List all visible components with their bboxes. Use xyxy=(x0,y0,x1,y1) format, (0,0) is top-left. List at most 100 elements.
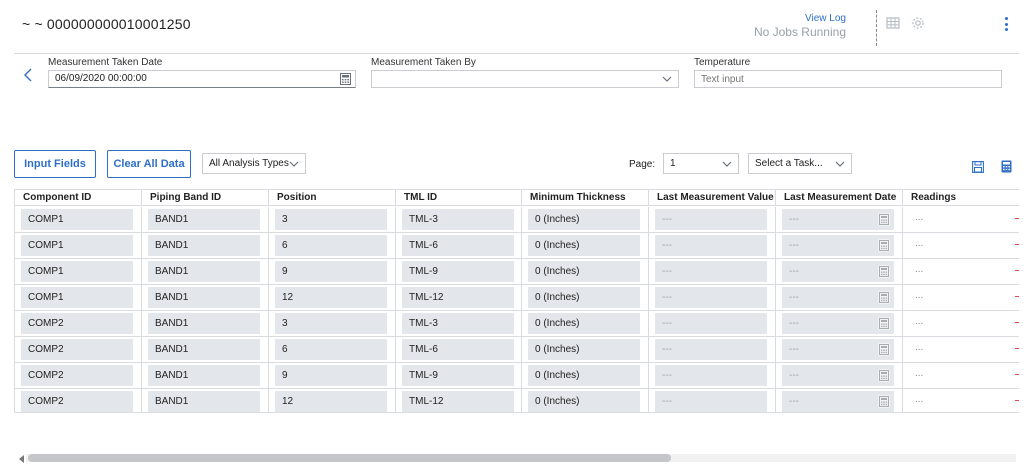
calendar-icon[interactable] xyxy=(878,395,890,408)
cell-text: TML-9 xyxy=(409,266,438,277)
table-cell-last-date: --- xyxy=(776,259,903,284)
readings-cell[interactable]: ... xyxy=(903,363,1019,388)
table-cell-tml: TML-6 xyxy=(396,337,522,362)
cell-value: 12 xyxy=(275,287,387,308)
calendar-icon[interactable] xyxy=(878,291,890,304)
horizontal-scrollbar-thumb[interactable] xyxy=(28,454,671,462)
cell-value: 3 xyxy=(275,313,387,334)
calendar-icon[interactable] xyxy=(878,239,890,252)
table-row: COMP2 BAND1 12 TML-12 0 (Inches) --- ---... xyxy=(15,389,1019,412)
last-measurement-date-field[interactable]: --- xyxy=(782,235,894,256)
measurement-date-field[interactable]: 06/09/2020 00:00:00 xyxy=(48,70,356,88)
readings-cell[interactable]: ... xyxy=(903,259,1019,284)
cell-text: TML-3 xyxy=(409,214,438,225)
cell-value: TML-3 xyxy=(402,209,514,230)
table-cell-last-date: --- xyxy=(776,207,903,232)
calendar-icon[interactable] xyxy=(878,213,890,226)
table-cell-last-value: --- xyxy=(649,389,776,412)
calendar-icon[interactable] xyxy=(878,343,890,356)
input-fields-button[interactable]: Input Fields xyxy=(14,150,96,178)
readings-cell[interactable]: ... xyxy=(903,311,1019,336)
table-cell-band: BAND1 xyxy=(142,337,269,362)
header-separator xyxy=(14,53,1019,54)
cell-text: BAND1 xyxy=(155,344,189,355)
cell-value: TML-9 xyxy=(402,365,514,386)
cell-text: TML-3 xyxy=(409,318,438,329)
cell-value: TML-6 xyxy=(402,235,514,256)
analysis-types-dropdown[interactable]: All Analysis Types xyxy=(202,153,306,174)
cell-value: COMP2 xyxy=(21,313,133,334)
table-cell-position: 6 xyxy=(269,233,396,258)
table-cell-component: COMP2 xyxy=(15,363,142,388)
clear-all-data-button[interactable]: Clear All Data xyxy=(107,150,191,178)
table-cell-last-date: --- xyxy=(776,311,903,336)
page-dropdown[interactable]: 1 xyxy=(663,153,739,174)
measurement-date-label: Measurement Taken Date xyxy=(48,57,163,68)
calendar-icon[interactable] xyxy=(340,73,351,85)
cell-value: 0 (Inches) xyxy=(528,261,640,282)
cell-value: COMP1 xyxy=(21,261,133,282)
cell-text: --- xyxy=(789,396,799,407)
last-measurement-date-field[interactable]: --- xyxy=(782,313,894,334)
cell-text: TML-6 xyxy=(409,344,438,355)
cell-value: 0 (Inches) xyxy=(528,339,640,360)
temperature-input[interactable] xyxy=(694,70,1002,88)
gear-icon[interactable] xyxy=(910,15,926,31)
page-label: Page: xyxy=(629,159,656,170)
cell-text: 3 xyxy=(282,318,288,329)
column-header[interactable]: Component ID xyxy=(15,190,142,206)
more-vertical-icon[interactable] xyxy=(1000,14,1012,34)
readings-cell[interactable]: ... xyxy=(903,389,1019,412)
column-header[interactable]: Piping Band ID xyxy=(142,190,269,206)
last-measurement-date-field[interactable]: --- xyxy=(782,287,894,308)
last-measurement-date-field[interactable]: --- xyxy=(782,261,894,282)
column-header[interactable]: Position xyxy=(269,190,396,206)
table-row: COMP1 BAND1 3 TML-3 0 (Inches) --- ---... xyxy=(15,207,1019,233)
cell-text: TML-9 xyxy=(409,370,438,381)
scroll-left-icon[interactable] xyxy=(19,454,25,463)
cell-value: --- xyxy=(655,209,767,230)
table-row: COMP2 BAND1 3 TML-3 0 (Inches) --- ---... xyxy=(15,311,1019,337)
chevron-down-icon xyxy=(662,75,672,83)
save-icon[interactable] xyxy=(972,161,984,173)
cell-text: --- xyxy=(662,214,672,225)
last-measurement-date-field[interactable]: --- xyxy=(782,339,894,360)
table-cell-last-value: --- xyxy=(649,259,776,284)
column-header[interactable]: Readings xyxy=(903,190,1019,206)
chevron-left-icon[interactable] xyxy=(22,67,34,83)
cell-value: COMP1 xyxy=(21,235,133,256)
cell-value: BAND1 xyxy=(148,365,260,386)
cell-text: --- xyxy=(789,266,799,277)
calendar-icon[interactable] xyxy=(878,317,890,330)
measurement-taken-by-select[interactable] xyxy=(371,70,679,88)
readings-cell[interactable]: ... xyxy=(903,233,1019,258)
last-measurement-date-field[interactable]: --- xyxy=(782,365,894,386)
cell-text: BAND1 xyxy=(155,318,189,329)
last-measurement-date-field[interactable]: --- xyxy=(782,391,894,412)
calculator-icon[interactable] xyxy=(1001,160,1012,173)
column-header[interactable]: Last Measurement Value xyxy=(649,190,776,206)
task-dropdown[interactable]: Select a Task... xyxy=(748,153,852,174)
table-row: COMP1 BAND1 9 TML-9 0 (Inches) --- ---... xyxy=(15,259,1019,285)
calendar-icon[interactable] xyxy=(878,369,890,382)
readings-cell[interactable]: ... xyxy=(903,285,1019,310)
table-cell-last-value: --- xyxy=(649,285,776,310)
calendar-icon[interactable] xyxy=(878,265,890,278)
table-icon[interactable] xyxy=(885,15,901,31)
column-header[interactable]: Last Measurement Date xyxy=(776,190,903,206)
last-measurement-date-field[interactable]: --- xyxy=(782,209,894,230)
column-header[interactable]: TML ID xyxy=(396,190,522,206)
cell-text: --- xyxy=(789,292,799,303)
column-header[interactable]: Minimum Thickness xyxy=(522,190,649,206)
grid-header: Component ID Piping Band ID Position TML ID… xyxy=(15,190,1019,206)
readings-cell[interactable]: ... xyxy=(903,337,1019,362)
cell-text: COMP2 xyxy=(28,370,64,381)
cell-text: --- xyxy=(662,292,672,303)
readings-cell[interactable]: ... xyxy=(903,207,1019,232)
cell-value: 9 xyxy=(275,261,387,282)
cell-text: 12 xyxy=(282,292,294,303)
cell-value: COMP2 xyxy=(21,365,133,386)
view-log-link[interactable]: View Log xyxy=(805,13,846,24)
table-cell-band: BAND1 xyxy=(142,363,269,388)
row-status-marker xyxy=(1015,244,1019,245)
